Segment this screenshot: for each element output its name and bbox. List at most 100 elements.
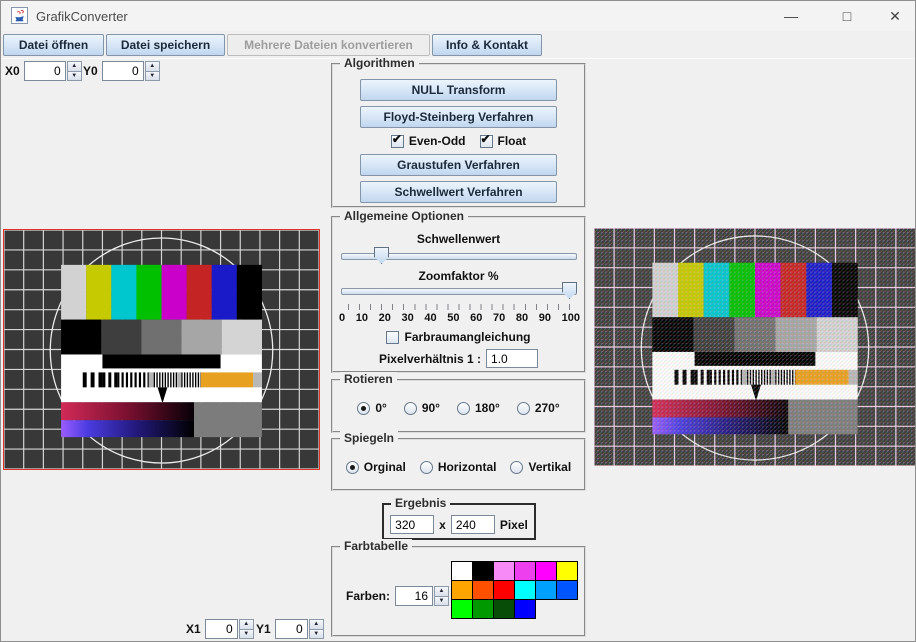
result-group: Ergebnis 320 x 240 Pixel [382,503,536,540]
algorithms-group: Algorithmen NULL Transform Floyd-Steinbe… [331,63,586,208]
general-options-group: Allgemeine Optionen Schwellenwert Zoomfa… [331,216,586,373]
palette-color-swatch [514,599,536,619]
rotate-90-radio[interactable]: 90° [404,401,440,415]
palette-color-swatch [472,599,494,619]
source-image-preview[interactable] [3,229,320,470]
mirror-horizontal-label: Horizontal [438,460,497,474]
check-icon: ✔ [481,132,491,146]
minimize-button[interactable]: — [769,1,813,31]
tick-label: 90 [539,312,551,324]
floyd-steinberg-button[interactable]: Floyd-Steinberg Verfahren [360,106,557,128]
tick-label: 60 [470,312,482,324]
result-height-field[interactable]: 240 [451,515,495,534]
palette-color-swatch [451,599,473,619]
radio-circle [457,402,470,415]
y1-spinner: Y1 0 ▲▼ [256,619,324,639]
x1-value-field[interactable]: 0 [205,619,238,639]
even-odd-checkbox-label: Even-Odd [409,134,466,148]
result-group-title: Ergebnis [391,496,450,510]
general-options-group-title: Allgemeine Optionen [340,209,468,223]
grayscale-button[interactable]: Graustufen Verfahren [360,154,557,176]
threshold-slider[interactable] [341,247,577,265]
tick-label: 10 [356,312,368,324]
null-transform-button[interactable]: NULL Transform [360,79,557,101]
x1-label: X1 [186,619,201,639]
zoom-slider-track[interactable] [341,288,577,295]
x0-spinner: X0 0 ▲▼ [5,61,82,81]
even-odd-checkbox[interactable]: ✔ Even-Odd [391,134,466,148]
threshold-slider-thumb[interactable] [374,247,389,264]
colors-count-field[interactable]: 16 [395,586,433,606]
info-contact-button[interactable]: Info & Kontakt [432,34,542,56]
float-checkbox-box: ✔ [480,135,493,148]
toolbar: Datei öffnen Datei speichern Mehrere Dat… [1,31,915,59]
color-table-group-title: Farbtabelle [340,539,412,553]
save-file-button[interactable]: Datei speichern [106,34,225,56]
maximize-button[interactable]: □ [825,1,869,31]
rotate-90-label: 90° [422,401,440,415]
rotate-0-radio[interactable]: 0° [357,401,386,415]
y1-down-arrow-icon[interactable]: ▼ [309,629,324,640]
y1-label: Y1 [256,619,271,639]
palette-color-swatch [556,561,578,581]
tick-label: 80 [516,312,528,324]
zoom-slider[interactable] [341,282,577,300]
radio-circle [346,461,359,474]
zoom-slider-ticks [348,304,571,310]
algorithms-group-title: Algorithmen [340,56,419,70]
mirror-horizontal-radio[interactable]: Horizontal [420,460,497,474]
even-odd-checkbox-box: ✔ [391,135,404,148]
y0-value-field[interactable]: 0 [102,61,144,81]
tick-label: 0 [339,312,345,324]
colorspace-checkbox-label: Farbraumangleichung [404,330,530,344]
palette-row [451,580,578,600]
check-icon: ✔ [392,132,402,146]
tick-label: 40 [424,312,436,324]
zoom-slider-thumb[interactable] [562,282,577,299]
palette-color-swatch [493,580,515,600]
palette-color-swatch [472,580,494,600]
y0-label: Y0 [83,61,98,81]
result-x-label: x [439,518,446,532]
mirror-original-radio[interactable]: Orginal [346,460,406,474]
threshold-button[interactable]: Schwellwert Verfahren [360,181,557,203]
x0-down-arrow-icon[interactable]: ▼ [67,71,82,82]
tick-label: 20 [379,312,391,324]
rotate-group: Rotieren 0° 90° 180° 270° [331,379,586,433]
x1-down-arrow-icon[interactable]: ▼ [239,629,254,640]
rotate-180-radio[interactable]: 180° [457,401,500,415]
colors-down-arrow-icon[interactable]: ▼ [434,596,449,607]
tick-label: 30 [402,312,414,324]
app-window: GrafikConverter — □ ✕ Datei öffnen Datei… [0,0,916,642]
tick-label: 50 [447,312,459,324]
batch-convert-button: Mehrere Dateien konvertieren [227,34,430,56]
close-button[interactable]: ✕ [873,1,916,31]
rotate-group-title: Rotieren [340,372,397,386]
y0-spinner: Y0 0 ▲▼ [83,61,160,81]
result-width-field[interactable]: 320 [390,515,434,534]
y1-value-field[interactable]: 0 [275,619,308,639]
palette-color-swatch [535,580,557,600]
colors-count-label: Farben: [346,589,390,603]
y0-down-arrow-icon[interactable]: ▼ [145,71,160,82]
radio-circle [420,461,433,474]
open-file-button[interactable]: Datei öffnen [3,34,104,56]
title-bar: GrafikConverter — □ ✕ [1,1,915,31]
rotate-270-radio[interactable]: 270° [517,401,560,415]
x0-value-field[interactable]: 0 [24,61,66,81]
mirror-vertical-radio[interactable]: Vertikal [510,460,571,474]
palette-color-swatch [451,561,473,581]
float-checkbox[interactable]: ✔ Float [480,134,527,148]
zoom-slider-tick-labels: 0 10 20 30 40 50 60 70 80 90 100 [339,312,580,324]
colorspace-checkbox[interactable]: ✔ Farbraumangleichung [386,330,530,344]
color-palette [451,561,578,619]
result-image-preview [594,228,916,466]
rotate-180-label: 180° [475,401,500,415]
x0-label: X0 [5,61,20,81]
threshold-slider-label: Schwellenwert [333,232,584,246]
pixel-ratio-label: Pixelverhältnis 1 : [379,352,481,366]
float-checkbox-label: Float [498,134,527,148]
palette-color-swatch [535,561,557,581]
pixel-ratio-field[interactable]: 1.0 [486,349,538,368]
colorspace-checkbox-box: ✔ [386,331,399,344]
